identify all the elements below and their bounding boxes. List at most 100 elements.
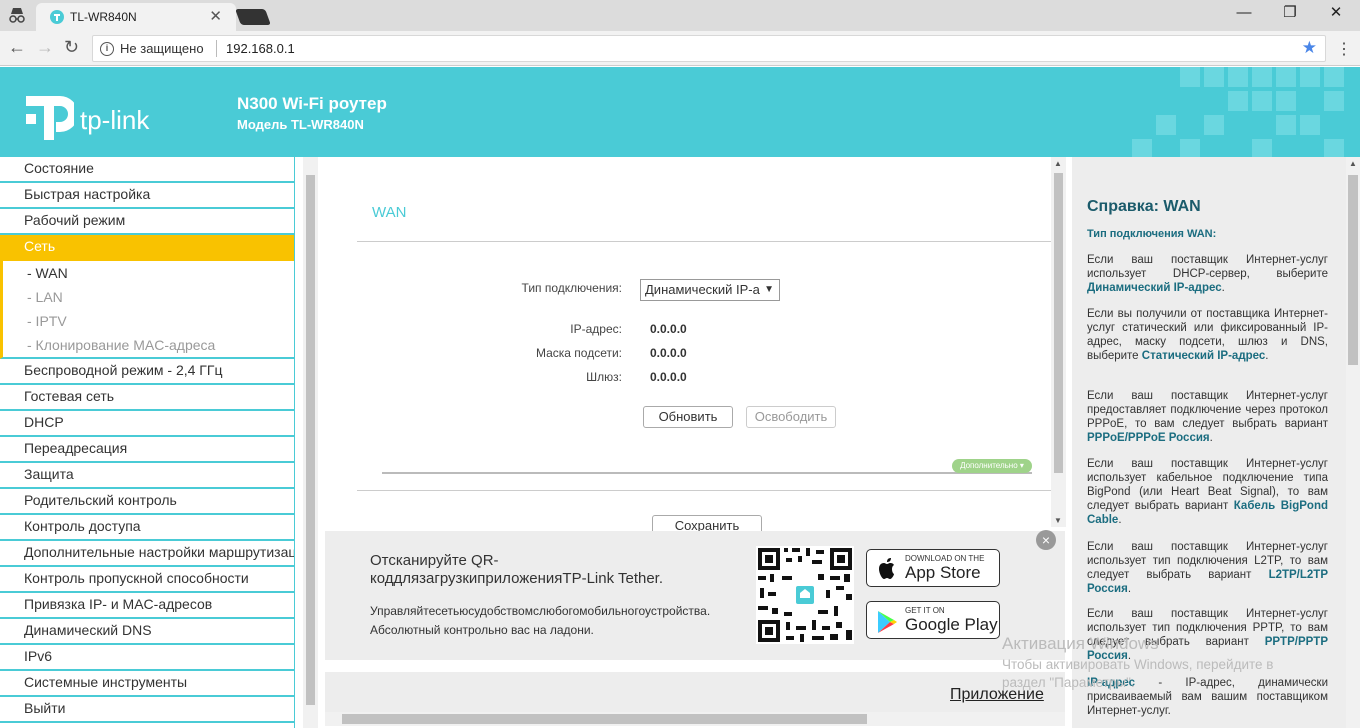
- help-paragraph-l2tp: Если ваш поставщик Интернет-услуг исполь…: [1087, 541, 1328, 595]
- tether-promo-banner: Отсканируйте QR-коддлязагрузкиприложения…: [325, 530, 1065, 660]
- sidebar-item-status[interactable]: Состояние: [0, 157, 294, 183]
- window-close-button[interactable]: ✕: [1313, 0, 1359, 28]
- help-title: Справка: WAN: [1087, 198, 1201, 215]
- help-scrollbar[interactable]: ▲: [1346, 157, 1360, 728]
- model-name: Модель TL-WR840N: [237, 117, 364, 132]
- apple-icon: [879, 558, 894, 579]
- subnet-mask-label: Маска подсети:: [535, 346, 622, 360]
- address-bar-row: ← → ↻ i Не защищено 192.168.0.1 ★ ⋮: [0, 31, 1360, 66]
- ip-address-value: 0.0.0.0: [650, 322, 687, 336]
- gateway-value: 0.0.0.0: [650, 370, 687, 384]
- help-paragraph-dynamic: Если ваш поставщик Интернет-услуг исполь…: [1087, 254, 1328, 294]
- sidebar-submenu-network: - WAN - LAN - IPTV - Клонирование MAC-ад…: [0, 261, 294, 359]
- brand-name: tp-link: [80, 105, 150, 135]
- promo-close-icon[interactable]: ×: [1036, 530, 1056, 550]
- page-title: WAN: [372, 204, 407, 221]
- frame-scrollbar-left[interactable]: [303, 157, 318, 728]
- help-scrollbar-thumb[interactable]: [1348, 175, 1358, 365]
- sidebar-item-logout[interactable]: Выйти: [0, 697, 294, 723]
- restore-button[interactable]: ❐: [1267, 0, 1313, 28]
- promo-text: Управляйтесетьюсудобствомслюбогомобильно…: [370, 602, 730, 640]
- advanced-divider: [382, 472, 1032, 474]
- scroll-up-arrow-icon[interactable]: ▲: [1054, 159, 1062, 168]
- sidebar-subitem-wan[interactable]: - WAN: [3, 261, 294, 285]
- app-store-small-text: DOWNLOAD ON THE: [905, 554, 985, 563]
- forward-icon[interactable]: →: [36, 37, 54, 58]
- sidebar-item-wireless[interactable]: Беспроводной режим - 2,4 ГГц: [0, 359, 294, 385]
- gateway-label: Шлюз:: [586, 370, 622, 384]
- connection-type-select[interactable]: Динамический IP-а ▼: [640, 279, 780, 301]
- sidebar-item-parental-control[interactable]: Родительский контроль: [0, 489, 294, 515]
- help-paragraph-bigpond: Если ваш поставщик Интернет-услуг исполь…: [1087, 458, 1328, 526]
- omnibox-divider: [216, 40, 217, 57]
- app-store-button[interactable]: DOWNLOAD ON THE App Store: [866, 549, 1000, 587]
- sidebar-item-bandwidth-control[interactable]: Контроль пропускной способности: [0, 567, 294, 593]
- minimize-button[interactable]: —: [1221, 0, 1267, 28]
- watermark-line-3: раздел "Параметры".: [1002, 675, 1135, 690]
- product-title: N300 Wi-Fi роутер: [237, 94, 387, 113]
- info-icon[interactable]: i: [100, 42, 114, 56]
- sidebar-subitem-iptv[interactable]: - IPTV: [3, 309, 294, 333]
- google-play-small-text: GET IT ON: [905, 606, 945, 615]
- sidebar-item-security[interactable]: Защита: [0, 463, 294, 489]
- sidebar-subitem-lan[interactable]: - LAN: [3, 285, 294, 309]
- app-store-label: App Store: [905, 563, 981, 582]
- tplink-logo-icon: [26, 96, 74, 140]
- form-bottom-divider: [357, 490, 1051, 491]
- url-text[interactable]: 192.168.0.1: [226, 41, 295, 56]
- sidebar-item-ip-mac-binding[interactable]: Привязка IP- и MAC-адресов: [0, 593, 294, 619]
- security-label: Не защищено: [120, 41, 204, 56]
- connection-type-label: Тип подключения:: [521, 281, 622, 295]
- scroll-down-arrow-icon[interactable]: ▼: [1054, 516, 1062, 525]
- watermark-line-2: Чтобы активировать Windows, перейдите в: [1002, 657, 1274, 672]
- advanced-toggle[interactable]: Дополнительно ▾: [952, 459, 1032, 473]
- sidebar-item-ipv6[interactable]: IPv6: [0, 645, 294, 671]
- sidebar-subitem-mac-clone[interactable]: - Клонирование MAC-адреса: [3, 333, 294, 357]
- google-play-label: Google Play: [905, 615, 998, 634]
- browser-tab[interactable]: TL-WR840N ✕: [36, 3, 236, 31]
- sidebar-item-dhcp[interactable]: DHCP: [0, 411, 294, 437]
- sidebar-item-operation-mode[interactable]: Рабочий режим: [0, 209, 294, 235]
- sidebar-item-forwarding[interactable]: Переадресация: [0, 437, 294, 463]
- main-scrollbar-thumb[interactable]: [1054, 173, 1063, 473]
- help-subtitle: Тип подключения WAN:: [1087, 228, 1217, 240]
- reload-icon[interactable]: ↻: [64, 37, 79, 58]
- horizontal-scrollbar-thumb[interactable]: [342, 714, 867, 724]
- promo-title: Отсканируйте QR-коддлязагрузкиприложения…: [370, 552, 664, 587]
- release-button[interactable]: Освободить: [746, 406, 836, 428]
- incognito-icon: [9, 8, 25, 23]
- sidebar-item-ddns[interactable]: Динамический DNS: [0, 619, 294, 645]
- subnet-mask-value: 0.0.0.0: [650, 346, 687, 360]
- omnibox[interactable]: i Не защищено 192.168.0.1 ★: [92, 35, 1326, 62]
- help-scroll-up-icon[interactable]: ▲: [1349, 159, 1357, 168]
- tab-title: TL-WR840N: [70, 10, 137, 24]
- tplink-favicon-icon: [50, 10, 64, 24]
- new-tab-button[interactable]: [235, 9, 271, 25]
- advanced-label: Дополнительно: [960, 461, 1018, 470]
- bookmark-star-icon[interactable]: ★: [1302, 38, 1317, 58]
- sidebar-item-advanced-routing[interactable]: Дополнительные настройки маршрутизации: [0, 541, 294, 567]
- help-paragraph-static: Если вы получили от поставщика Интернет-…: [1087, 308, 1328, 362]
- sidebar-item-guest-network[interactable]: Гостевая сеть: [0, 385, 294, 411]
- sidebar-item-access-control[interactable]: Контроль доступа: [0, 515, 294, 541]
- main-scrollbar[interactable]: ▲ ▼: [1051, 157, 1066, 527]
- horizontal-scrollbar[interactable]: [325, 712, 1065, 726]
- renew-button[interactable]: Обновить: [643, 406, 733, 428]
- sidebar: Состояние Быстрая настройка Рабочий режи…: [0, 157, 295, 728]
- sidebar-item-quick-setup[interactable]: Быстрая настройка: [0, 183, 294, 209]
- dropdown-arrow-icon: ▼: [764, 284, 774, 295]
- google-play-button[interactable]: GET IT ON Google Play: [866, 601, 1000, 639]
- back-icon[interactable]: ←: [8, 37, 26, 58]
- sidebar-item-system-tools[interactable]: Системные инструменты: [0, 671, 294, 697]
- qr-code-icon: [756, 546, 854, 644]
- frame-scrollbar-left-thumb[interactable]: [306, 175, 315, 705]
- watermark-title: Активация Windows: [1002, 634, 1159, 653]
- help-paragraph-pppoe: Если ваш поставщик Интернет-услуг предос…: [1087, 390, 1328, 444]
- browser-menu-icon[interactable]: ⋮: [1336, 39, 1352, 59]
- sidebar-item-network[interactable]: Сеть: [0, 235, 294, 261]
- ip-address-label: IP-адрес:: [570, 322, 622, 336]
- promo-line-2: Абсолютный контрольно вас на ладони.: [370, 623, 594, 637]
- google-play-icon: [878, 611, 897, 633]
- tab-close-icon[interactable]: ✕: [209, 7, 222, 25]
- title-divider: [357, 241, 1051, 242]
